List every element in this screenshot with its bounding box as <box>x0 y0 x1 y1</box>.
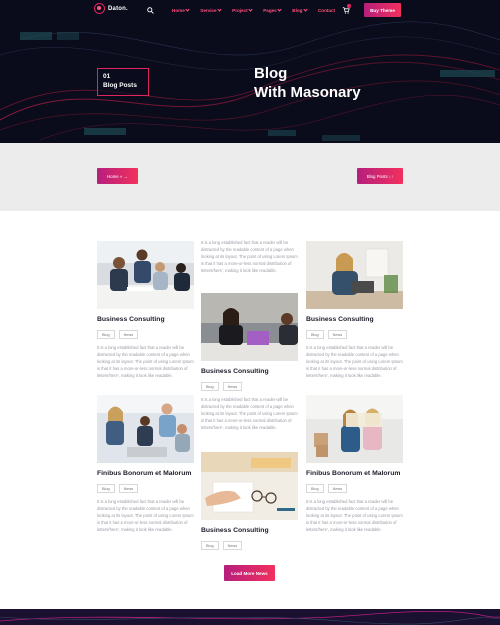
blog-post-image[interactable] <box>306 241 403 309</box>
menu-item-label: Service <box>200 8 217 13</box>
menu-item-label: Blog <box>292 8 303 13</box>
tag[interactable]: Blog <box>306 484 324 494</box>
chevron-down-icon <box>248 7 253 12</box>
main-menu: Home Service Project Pages Blog Contact <box>172 7 346 13</box>
blog-post-excerpt: It is a long established fact that a rea… <box>201 240 298 273</box>
menu-item-label: Project <box>232 8 248 13</box>
menu-item-home[interactable]: Home <box>172 7 190 13</box>
chevron-down-icon <box>303 7 308 12</box>
breadcrumb-home-button[interactable]: Home » → <box>97 168 138 184</box>
page-number: 01 <box>103 73 111 80</box>
office-team-photo <box>97 241 194 309</box>
page-title-line: Blog <box>254 65 288 82</box>
meeting-photo <box>201 293 298 361</box>
logo[interactable]: Daton. <box>94 3 128 14</box>
breadcrumb-current-button[interactable]: Blog Posts ↓↑ <box>357 168 403 184</box>
blog-post-title[interactable]: Business Consulting <box>306 316 374 323</box>
blog-post-image[interactable] <box>97 395 194 463</box>
page-header: Daton. Home Service Project Pages Blog C… <box>0 0 500 143</box>
tag[interactable]: Blog <box>306 330 324 340</box>
logo-text: Daton. <box>108 5 128 12</box>
tag[interactable]: News <box>327 330 348 340</box>
blog-post-image[interactable] <box>201 293 298 361</box>
tag-list: Blog News <box>306 484 348 494</box>
tag-list: Blog News <box>306 330 348 340</box>
menu-item-service[interactable]: Service <box>200 7 222 13</box>
menu-item-label: Pages <box>263 8 277 13</box>
page-title: Blog With Masonary <box>254 64 361 102</box>
blog-post-title[interactable]: Business Consulting <box>201 527 269 534</box>
footer-background <box>0 609 500 625</box>
blog-post-image[interactable] <box>201 452 298 520</box>
chevron-down-icon <box>217 7 222 12</box>
blog-post-excerpt: It is a long established fact that a rea… <box>97 499 194 532</box>
menu-item-project[interactable]: Project <box>232 7 253 13</box>
load-more-button[interactable]: Load More News <box>224 565 275 581</box>
tag-list: Blog News <box>97 330 139 340</box>
chevron-down-icon <box>277 7 282 12</box>
tag[interactable]: News <box>222 382 243 392</box>
blog-post-excerpt: It is a long established fact that a rea… <box>306 345 403 378</box>
chevron-down-icon <box>185 7 190 12</box>
desk-hands-photo <box>201 452 298 520</box>
menu-item-contact[interactable]: Contact <box>318 8 335 13</box>
tag[interactable]: News <box>118 484 139 494</box>
tag-list: Blog News <box>97 484 139 494</box>
blog-post-excerpt: It is a long established fact that a rea… <box>97 345 194 378</box>
tag[interactable]: Blog <box>97 330 115 340</box>
tag[interactable]: Blog <box>201 541 219 551</box>
menu-item-blog[interactable]: Blog <box>292 7 308 13</box>
page-label: Blog Posts <box>103 82 137 89</box>
menu-item-label: Home <box>172 8 185 13</box>
blog-post-title[interactable]: Business Consulting <box>97 316 165 323</box>
tag[interactable]: News <box>222 541 243 551</box>
tag[interactable]: News <box>118 330 139 340</box>
blog-post-image[interactable] <box>97 241 194 309</box>
blog-post-title[interactable]: Finibus Bonorum et Malorum <box>97 470 191 477</box>
page-number-box: 01 Blog Posts <box>97 68 149 96</box>
tag-list: Blog News <box>201 541 243 551</box>
blog-post-excerpt: It is a long established fact that a rea… <box>306 499 403 532</box>
blog-post-title[interactable]: Finibus Bonorum et Malorum <box>306 470 400 477</box>
blog-post-excerpt: It is a long established fact that a rea… <box>201 397 298 430</box>
top-navigation: Daton. Home Service Project Pages Blog C… <box>0 0 500 22</box>
logo-mark-icon <box>94 3 105 14</box>
blog-post-image[interactable] <box>306 395 403 463</box>
menu-item-pages[interactable]: Pages <box>263 7 282 13</box>
menu-item-label: Contact <box>317 8 336 13</box>
woman-laptop-photo <box>306 241 403 309</box>
tag[interactable]: Blog <box>97 484 115 494</box>
breadcrumb: Home » → Blog Posts ↓↑ <box>0 143 500 211</box>
tag[interactable]: Blog <box>201 382 219 392</box>
tag-list: Blog News <box>201 382 243 392</box>
team-discussion-photo <box>97 395 194 463</box>
cart-count-badge <box>347 4 351 8</box>
women-boxes-photo <box>306 395 403 463</box>
buy-theme-button[interactable]: Buy Theme <box>364 3 401 17</box>
page-title-line: With Masonary <box>254 84 361 101</box>
search-icon[interactable] <box>147 7 154 14</box>
footer-pattern <box>0 609 500 625</box>
blog-post-title[interactable]: Business Consulting <box>201 368 269 375</box>
tag[interactable]: News <box>327 484 348 494</box>
